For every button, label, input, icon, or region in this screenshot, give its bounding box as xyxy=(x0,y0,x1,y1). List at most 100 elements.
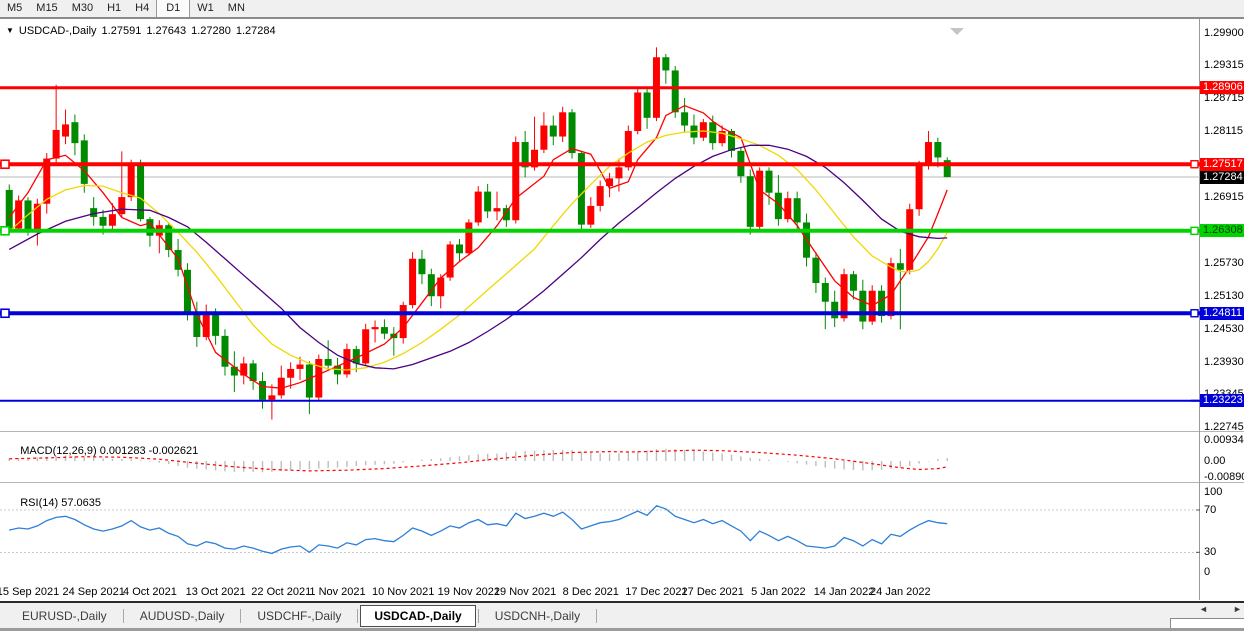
rsi-line xyxy=(9,506,947,554)
macd-scale-label: -0.008902 xyxy=(1204,471,1244,483)
level-left-marker xyxy=(1,309,9,317)
candle xyxy=(409,259,416,305)
price-axis-label: 1.24530 xyxy=(1204,323,1244,335)
scroll-left-arrow[interactable]: ◄ xyxy=(1199,604,1208,614)
candle xyxy=(747,176,754,227)
level-left-marker xyxy=(1,227,9,235)
price-axis-label: 1.29900 xyxy=(1204,27,1244,39)
chart-tab-bar: EURUSD-,DailyAUDUSD-,DailyUSDCHF-,DailyU… xyxy=(0,601,1244,628)
tab-separator xyxy=(123,609,124,623)
rsi-scale-label: 70 xyxy=(1204,504,1216,516)
chart-shift-marker-icon xyxy=(950,28,964,35)
candle xyxy=(287,369,294,378)
rsi-scale-label: 0 xyxy=(1204,566,1210,578)
candle xyxy=(587,206,594,225)
candle xyxy=(212,313,219,336)
candle xyxy=(484,192,491,212)
candle xyxy=(569,112,576,153)
candle xyxy=(766,171,773,193)
candle xyxy=(615,167,622,178)
candle xyxy=(100,217,107,226)
candle xyxy=(850,274,857,291)
candle xyxy=(297,365,304,369)
candle xyxy=(925,142,932,165)
candle xyxy=(597,186,604,206)
candle xyxy=(475,192,482,223)
candle xyxy=(644,92,651,117)
candle xyxy=(934,142,941,157)
candle xyxy=(231,367,238,376)
candle xyxy=(625,131,632,167)
candle xyxy=(381,327,388,334)
chart-tab-EURUSD[interactable]: EURUSD-,Daily xyxy=(8,605,121,627)
candle xyxy=(6,190,13,229)
candle xyxy=(916,165,923,209)
level-left-marker xyxy=(1,160,9,168)
candle xyxy=(53,130,60,159)
macd-scale-label: 0.009345 xyxy=(1204,434,1244,446)
level-right-marker xyxy=(1191,161,1198,168)
tab-separator xyxy=(240,609,241,623)
candle xyxy=(109,214,116,226)
macd-scale-label: 0.00 xyxy=(1204,455,1225,467)
chart-tab-USDCHF[interactable]: USDCHF-,Daily xyxy=(243,605,355,627)
current-price-badge: 1.27284 xyxy=(1200,171,1244,184)
level-right-marker xyxy=(1191,310,1198,317)
chart-canvas[interactable] xyxy=(0,0,1244,631)
candle xyxy=(146,219,153,236)
x-axis-label: 24 Jan 2022 xyxy=(860,586,940,598)
candle xyxy=(794,198,801,222)
candle xyxy=(906,209,913,270)
price-badge-1.27517: 1.27517 xyxy=(1200,158,1244,171)
candle xyxy=(831,302,838,319)
candle xyxy=(118,197,125,214)
price-badge-1.23223: 1.23223 xyxy=(1200,394,1244,407)
chart-tab-AUDUSD[interactable]: AUDUSD-,Daily xyxy=(126,605,239,627)
candle xyxy=(700,122,707,137)
price-badge-1.28906: 1.28906 xyxy=(1200,81,1244,94)
candle xyxy=(90,208,97,217)
rsi-scale-label: 100 xyxy=(1204,486,1222,498)
candle xyxy=(784,198,791,219)
candle xyxy=(550,126,557,137)
chart-tab-USDCAD[interactable]: USDCAD-,Daily xyxy=(360,605,475,627)
candle xyxy=(306,365,313,398)
price-axis-label: 1.25130 xyxy=(1204,290,1244,302)
level-right-marker xyxy=(1191,227,1198,234)
candle xyxy=(634,92,641,131)
price-axis-label: 1.29315 xyxy=(1204,59,1244,71)
candle xyxy=(540,126,547,150)
candle xyxy=(372,327,379,329)
price-axis-label: 1.22745 xyxy=(1204,421,1244,433)
tab-separator xyxy=(478,609,479,623)
candle xyxy=(897,263,904,270)
price-axis-label: 1.28115 xyxy=(1204,125,1244,137)
candle xyxy=(859,291,866,322)
price-badge-1.24811: 1.24811 xyxy=(1200,307,1244,320)
scroll-right-arrow[interactable]: ► xyxy=(1233,604,1242,614)
candle xyxy=(559,112,566,136)
candle xyxy=(494,208,501,211)
candle xyxy=(672,70,679,112)
candle xyxy=(278,378,285,396)
candle xyxy=(756,171,763,227)
candlesticks xyxy=(6,47,951,419)
candle xyxy=(822,283,829,302)
candle xyxy=(400,305,407,338)
candle xyxy=(812,258,819,283)
chart-tab-USDCNH[interactable]: USDCNH-,Daily xyxy=(481,605,594,627)
candle xyxy=(259,381,266,400)
candle xyxy=(465,222,472,253)
candle xyxy=(268,395,275,399)
candle xyxy=(681,112,688,125)
mt4-chart-window: M5M15M30H1H4D1W1MN ▼ USDCAD-,Daily 1.275… xyxy=(0,0,1244,631)
candle xyxy=(503,208,510,220)
price-badge-1.26308: 1.26308 xyxy=(1200,224,1244,237)
tab-separator xyxy=(596,609,597,623)
price-axis-label: 1.26915 xyxy=(1204,191,1244,203)
candle xyxy=(418,259,425,274)
candle xyxy=(81,140,88,184)
macd-signal-line xyxy=(9,450,947,471)
candle xyxy=(662,57,669,70)
candle xyxy=(128,162,135,197)
